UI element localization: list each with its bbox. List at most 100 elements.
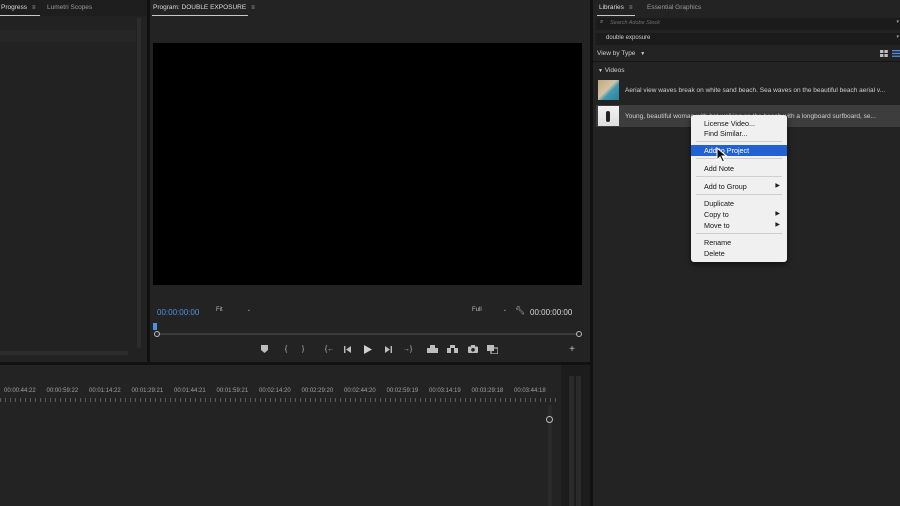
timeline-scroll-handle[interactable]: [546, 416, 553, 423]
library-name: double exposure: [606, 35, 651, 41]
tab-underline: [0, 15, 40, 16]
tab-progress-label: Progress: [1, 4, 28, 11]
caret-down-icon: ▼: [640, 51, 646, 57]
panel-menu-icon[interactable]: ≡: [251, 5, 255, 11]
menu-separator: [696, 194, 782, 195]
mark-out-button[interactable]: }: [298, 345, 308, 353]
play-icon[interactable]: [363, 344, 373, 354]
menu-item-duplicate[interactable]: Duplicate: [691, 198, 787, 209]
figure-silhouette: [606, 111, 610, 122]
menu-separator: [696, 158, 782, 159]
tab-progress[interactable]: Progress ≡: [1, 4, 36, 11]
submenu-arrow-icon: ▶: [775, 183, 780, 189]
tab-libraries-label: Libraries: [599, 4, 624, 11]
left-panel-scrollbar[interactable]: [137, 18, 141, 348]
add-marker-icon[interactable]: [259, 345, 269, 353]
search-icon: ⌕: [600, 19, 604, 25]
tab-libraries[interactable]: Libraries ≡: [599, 4, 632, 11]
timeline-ruler-ticks: [0, 398, 560, 402]
zoom-value: Fit: [216, 307, 223, 313]
menu-item-move-to[interactable]: Move to ▶: [691, 220, 787, 231]
go-to-in-button[interactable]: {←: [323, 345, 336, 353]
tab-lumetri-scopes[interactable]: Lumetri Scopes: [47, 4, 92, 11]
timeline-ruler-label: 00:01:44:21: [174, 388, 206, 394]
program-monitor-title: Program: DOUBLE EXPOSURE: [153, 4, 247, 11]
menu-separator: [696, 233, 782, 234]
timeline-ruler-label: 00:03:44:18: [514, 388, 546, 394]
menu-item-copy-to[interactable]: Copy to ▶: [691, 209, 787, 220]
zoom-select[interactable]: Fit ⌄: [216, 307, 252, 317]
list-item-label: Aerial view waves break on white sand be…: [625, 86, 886, 94]
timeline-ruler-label: 00:00:59:22: [46, 388, 79, 394]
program-monitor-tab[interactable]: Program: DOUBLE EXPOSURE ≡: [153, 4, 255, 11]
camera-icon[interactable]: [467, 345, 478, 353]
left-panel-header-row: [0, 30, 136, 42]
libraries-divider: [593, 61, 900, 62]
wrench-icon[interactable]: 🔧︎: [515, 306, 525, 315]
timeline-ruler-label: 00:01:29:21: [131, 388, 164, 394]
section-videos-header[interactable]: ▼ Videos: [598, 67, 625, 74]
list-view-icon[interactable]: [892, 50, 900, 57]
panel-menu-icon[interactable]: ≡: [32, 5, 36, 11]
extract-icon[interactable]: [446, 345, 458, 353]
menu-item-add-to-group-label: Add to Group: [704, 182, 747, 191]
scrubber-bar[interactable]: [157, 333, 578, 335]
scrubber-end-handle[interactable]: [576, 331, 582, 337]
submenu-arrow-icon: ▶: [775, 222, 780, 228]
menu-item-find-similar[interactable]: Find Similar...: [691, 128, 787, 139]
resolution-value: Full: [472, 307, 482, 313]
menu-item-move-to-label: Move to: [704, 221, 730, 230]
tab-essential-graphics[interactable]: Essential Graphics: [647, 4, 701, 11]
chevron-down-icon: ▾: [896, 34, 899, 40]
video-viewport[interactable]: [153, 43, 582, 285]
resolution-select[interactable]: Full ⌄: [472, 307, 508, 317]
timeline-ruler-label: 00:03:14:19: [429, 388, 461, 394]
lift-icon[interactable]: [426, 345, 438, 353]
audio-meter-right: [576, 376, 581, 506]
grid-view-icon[interactable]: [880, 50, 888, 57]
step-forward-icon[interactable]: [383, 345, 393, 353]
list-item[interactable]: Aerial view waves break on white sand be…: [596, 79, 900, 101]
chevron-down-icon[interactable]: ▾: [896, 19, 899, 25]
video-thumbnail: [598, 106, 619, 126]
submenu-arrow-icon: ▶: [775, 211, 780, 217]
menu-item-copy-to-label: Copy to: [704, 210, 729, 219]
menu-item-rename[interactable]: Rename: [691, 237, 787, 248]
menu-item-add-note[interactable]: Add Note: [691, 163, 787, 174]
comparison-view-icon[interactable]: [486, 344, 498, 354]
view-by-select[interactable]: View by Type ▼: [597, 50, 645, 57]
timeline-ruler-label: 00:01:59:21: [216, 388, 249, 394]
timeline-ruler-label: 00:03:29:18: [471, 388, 504, 394]
mark-in-button[interactable]: {: [281, 345, 291, 353]
chevron-down-icon: ⌄: [246, 307, 251, 313]
stock-search-field[interactable]: ⌕ Search Adobe Stock ▾: [596, 18, 900, 30]
tab-underline: [597, 15, 635, 16]
menu-item-add-to-group[interactable]: Add to Group ▶: [691, 181, 787, 192]
timeline-ruler-label: 00:01:14:22: [89, 388, 121, 394]
current-timecode[interactable]: 00:00:00:00: [157, 308, 199, 317]
menu-item-delete[interactable]: Delete: [691, 248, 787, 259]
panel-menu-icon[interactable]: ≡: [629, 5, 633, 11]
tab-underline: [152, 15, 248, 16]
go-to-out-button[interactable]: →}: [401, 345, 414, 353]
section-videos-label: Videos: [604, 67, 625, 74]
menu-separator: [696, 141, 782, 142]
video-thumbnail: [598, 80, 619, 100]
timeline-ruler-label: 00:00:44:22: [4, 388, 36, 394]
duration-timecode: 00:00:00:00: [530, 308, 573, 317]
menu-item-add-to-project[interactable]: Add to Project: [691, 145, 787, 156]
library-select[interactable]: double exposure ▾: [596, 33, 900, 45]
view-by-label: View by Type: [597, 50, 636, 57]
timeline-ruler-label: 00:02:29:20: [301, 388, 334, 394]
audio-meter-left: [569, 376, 574, 506]
step-back-icon[interactable]: [343, 345, 353, 353]
playhead-marker[interactable]: [153, 323, 157, 330]
disclosure-triangle-icon: ▼: [598, 68, 603, 74]
timeline-ruler-label: 00:02:14:20: [259, 388, 291, 394]
left-panel: [0, 0, 147, 362]
search-placeholder: Search Adobe Stock: [610, 20, 660, 26]
timeline-ruler-label: 00:02:59:19: [386, 388, 419, 394]
button-editor-add-icon[interactable]: +: [567, 344, 577, 355]
left-panel-hscroll[interactable]: [0, 351, 128, 355]
scrubber-start-handle[interactable]: [154, 331, 160, 337]
